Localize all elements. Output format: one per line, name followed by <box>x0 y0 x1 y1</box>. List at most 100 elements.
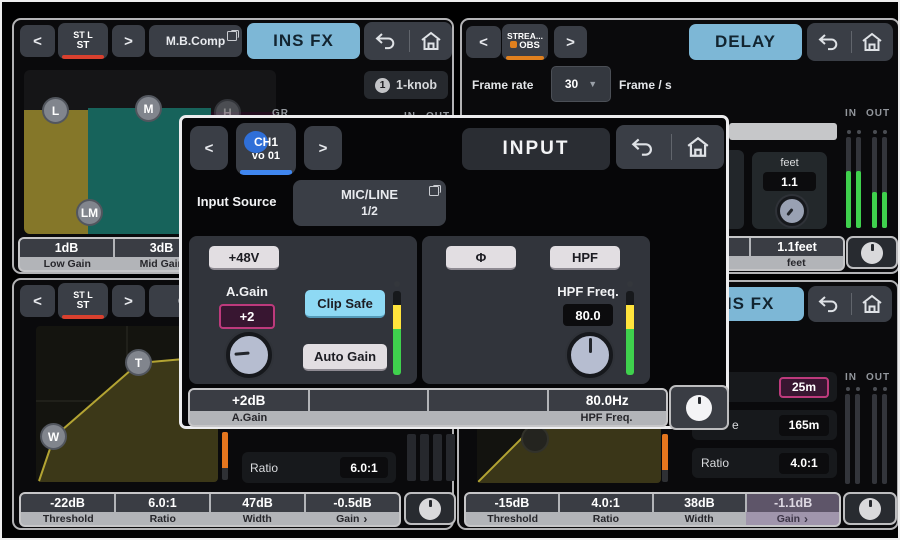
footer-threshold-label: Threshold <box>21 512 116 525</box>
next-channel-button[interactable]: > <box>112 285 145 317</box>
out-meter-label: OUT <box>866 372 890 383</box>
chevron-right-icon: › <box>363 514 367 524</box>
dropdown-arrow-icon: ▼ <box>588 79 597 89</box>
comp-footer-bar: -22dB 6.0:1 47dB -0.5dB Threshold Ratio … <box>19 492 401 527</box>
footer-ratio-value[interactable]: 4.0:1 <box>560 494 652 512</box>
one-knob-button[interactable]: 1 1-knob <box>364 71 448 99</box>
feet-knob[interactable] <box>777 196 807 226</box>
knob-icon <box>686 395 712 421</box>
mixer-screen: < ST L ST > M.B.Comp INS FX L M <box>0 0 900 540</box>
home-icon[interactable] <box>861 32 883 52</box>
undo-icon[interactable] <box>374 32 398 50</box>
ratio-value[interactable]: 4.0:1 <box>779 453 829 474</box>
in-meter-l <box>845 394 850 484</box>
again-label: A.Gain <box>209 284 285 299</box>
footer-width-value[interactable]: 38dB <box>654 494 746 512</box>
comp-footer-bar: -15dB 4.0:1 38dB -1.1dB Threshold Ratio … <box>464 492 841 527</box>
channel-select-button[interactable]: ST L ST <box>58 23 108 59</box>
next-channel-button[interactable]: > <box>112 25 145 57</box>
footer-hpf-value[interactable]: 80.0Hz <box>549 390 667 411</box>
copy-icon <box>429 186 439 196</box>
channel-color-bar <box>240 170 292 175</box>
feet-value[interactable]: 1.1 <box>763 172 816 191</box>
channel-select-button[interactable]: STREA... OBS <box>502 24 548 60</box>
footer-knob-button[interactable] <box>669 385 729 430</box>
home-icon[interactable] <box>420 31 442 51</box>
next-channel-button[interactable]: > <box>554 26 587 58</box>
attack-value[interactable]: 25m <box>779 377 829 398</box>
footer-threshold-label: Threshold <box>466 512 559 525</box>
in-meter-l <box>846 137 851 228</box>
undo-icon[interactable] <box>817 295 841 313</box>
page-title-delay[interactable]: DELAY <box>689 24 802 60</box>
footer-gain-label: Gain› <box>746 512 839 525</box>
clip-safe-button[interactable]: Clip Safe <box>305 290 385 318</box>
copy-icon <box>227 31 237 41</box>
hpf-freq-knob[interactable] <box>567 332 613 378</box>
undo-icon[interactable] <box>630 137 656 157</box>
page-title-insfx[interactable]: INS FX <box>247 23 360 59</box>
ratio-row: Ratio 6.0:1 <box>242 452 396 483</box>
undo-icon[interactable] <box>817 33 841 51</box>
prev-channel-button[interactable]: < <box>466 26 501 58</box>
phantom-48v-button[interactable]: +48V <box>209 246 279 270</box>
prev-channel-button[interactable]: < <box>20 285 55 317</box>
ratio-row: Ratio 4.0:1 <box>692 448 837 478</box>
ratio-label: Ratio <box>250 461 278 475</box>
footer-threshold-value[interactable]: -22dB <box>21 494 114 512</box>
dialog-title: INPUT <box>462 128 610 170</box>
hpf-freq-value[interactable]: 80.0 <box>563 304 613 326</box>
frame-rate-dropdown[interactable]: 30 ▼ <box>551 66 611 102</box>
footer-ratio-label: Ratio <box>559 512 652 525</box>
in-meter-label: IN <box>845 108 857 119</box>
one-badge-icon: 1 <box>375 78 390 93</box>
ratio-value[interactable]: 6.0:1 <box>340 457 388 478</box>
footer-feet-value[interactable]: 1.1feet <box>751 238 843 256</box>
hpf-button[interactable]: HPF <box>550 246 620 270</box>
analog-gain-section: +48V A.Gain +2 Clip Safe Auto Gain <box>189 236 417 384</box>
comp-width-handle[interactable]: W <box>40 423 67 450</box>
out-meter-r <box>882 137 887 228</box>
low-mid-crossover-handle[interactable]: LM <box>76 199 103 226</box>
low-band-handle[interactable]: L <box>42 97 69 124</box>
footer-gain-value[interactable]: -0.5dB <box>306 494 399 512</box>
in-meter-r <box>855 394 860 484</box>
input-level-meter <box>393 281 401 375</box>
footer-knob-button[interactable] <box>404 492 456 525</box>
hpf-freq-label: HPF Freq. <box>538 284 638 299</box>
auto-gain-button[interactable]: Auto Gain <box>303 344 387 371</box>
footer-low-gain-label: Low Gain <box>20 257 115 270</box>
input-source-button[interactable]: MIC/LINE 1/2 <box>293 180 446 226</box>
next-channel-button[interactable]: > <box>304 126 342 170</box>
knob-icon <box>859 498 881 520</box>
frame-rate-label: Frame rate <box>472 78 533 92</box>
channel-select-button[interactable]: CH1 vo 01 <box>236 123 296 175</box>
again-knob[interactable] <box>226 332 272 378</box>
footer-again-value[interactable]: +2dB <box>190 390 308 411</box>
prev-channel-button[interactable]: < <box>20 25 55 57</box>
footer-gain-value[interactable]: -1.1dB <box>747 494 839 512</box>
ratio-label: Ratio <box>701 456 729 470</box>
footer-ratio-value[interactable]: 6.0:1 <box>116 494 209 512</box>
channel-select-button[interactable]: ST L ST <box>58 283 108 319</box>
footer-feet-label: feet <box>750 256 844 269</box>
home-icon[interactable] <box>861 294 883 314</box>
preset-library-button[interactable]: M.B.Comp <box>149 25 242 57</box>
footer-low-gain-value[interactable]: 1dB <box>20 239 113 257</box>
out-meter-l <box>433 434 442 481</box>
again-value[interactable]: +2 <box>219 304 275 329</box>
phase-button[interactable]: Φ <box>446 246 516 270</box>
knob-icon <box>861 242 883 264</box>
phase-hpf-section: Φ HPF HPF Freq. 80.0 <box>422 236 650 384</box>
prev-channel-button[interactable]: < <box>190 126 228 170</box>
in-meter-r <box>420 434 429 481</box>
footer-knob-button[interactable] <box>843 492 897 525</box>
release-value[interactable]: 165m <box>779 415 829 436</box>
comp-threshold-handle[interactable]: T <box>125 349 152 376</box>
footer-knob-button[interactable] <box>846 236 898 269</box>
nav-group <box>616 125 724 169</box>
mid-band-handle[interactable]: M <box>135 95 162 122</box>
footer-width-value[interactable]: 47dB <box>211 494 304 512</box>
home-icon[interactable] <box>686 136 710 158</box>
footer-threshold-value[interactable]: -15dB <box>466 494 558 512</box>
